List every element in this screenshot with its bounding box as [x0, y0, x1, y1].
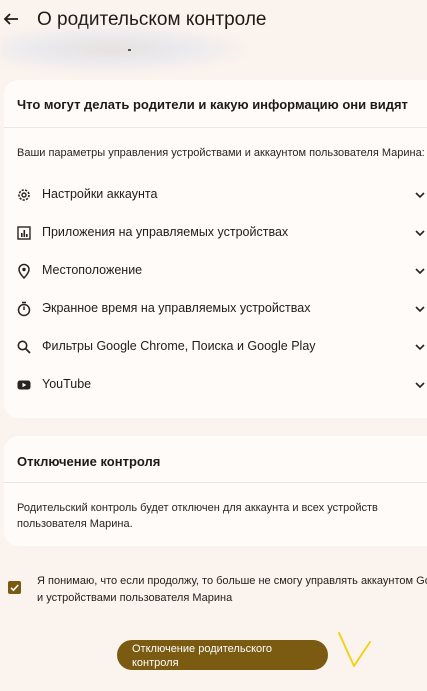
divider — [4, 482, 427, 483]
chevron-down-icon — [415, 230, 425, 237]
confirm-text[interactable]: Я понимаю, что если продолжу, то больше … — [37, 573, 427, 607]
chevron-down-icon — [415, 268, 425, 275]
list-item-youtube[interactable]: YouTube — [4, 372, 427, 398]
list-item-filters[interactable]: Фильтры Google Chrome, Поиска и Google P… — [4, 334, 427, 360]
location-pin-icon — [18, 263, 30, 279]
timer-icon — [17, 301, 31, 317]
disable-control-title: Отключение контроля — [17, 454, 161, 469]
permissions-title: Что могут делать родители и какую информ… — [17, 97, 408, 112]
confirm-text-line-1: Я понимаю, что если продолжу, то больше … — [37, 575, 427, 587]
apps-chart-icon — [17, 226, 31, 240]
disable-control-description: Родительский контроль будет отключен для… — [17, 502, 378, 530]
checkmark-icon — [10, 584, 19, 592]
chevron-down-icon — [415, 192, 425, 199]
list-item-label: Местоположение — [42, 263, 143, 277]
list-item-account-settings[interactable]: Настройки аккаунта — [4, 182, 427, 208]
annotation-check-mark — [338, 632, 371, 667]
list-item-label: Фильтры Google Chrome, Поиска и Google P… — [42, 339, 316, 353]
list-item-label: Приложения на управляемых устройствах — [42, 225, 289, 239]
youtube-icon — [17, 380, 31, 390]
confirm-checkbox[interactable] — [8, 581, 21, 594]
list-item-screen-time[interactable]: Экранное время на управляемых устройства… — [4, 296, 427, 322]
gear-icon — [18, 189, 30, 201]
search-icon — [17, 340, 31, 354]
chevron-down-icon — [415, 382, 425, 389]
permissions-description: Ваши параметры управления устройствами и… — [17, 147, 425, 159]
list-item-apps[interactable]: Приложения на управляемых устройствах — [4, 220, 427, 246]
chevron-down-icon — [415, 344, 425, 351]
divider — [4, 127, 427, 128]
list-item-label: Настройки аккаунта — [42, 187, 158, 201]
confirm-text-line-2: и устройствами пользователя Марина — [37, 592, 233, 604]
chevron-down-icon — [415, 306, 425, 313]
blurred-account-dot — [128, 49, 131, 51]
permissions-card: Что могут делать родители и какую информ… — [4, 80, 427, 418]
list-item-location[interactable]: Местоположение — [4, 258, 427, 284]
button-label: Отключение родительского контроля — [132, 643, 273, 669]
disable-control-card: Отключение контроля Родительский контрол… — [4, 436, 427, 546]
list-item-label: YouTube — [42, 377, 92, 391]
disable-parental-control-button[interactable]: Отключение родительского контроля — [117, 640, 328, 670]
list-item-label: Экранное время на управляемых устройства… — [42, 301, 311, 315]
blurred-account-info — [0, 26, 245, 72]
